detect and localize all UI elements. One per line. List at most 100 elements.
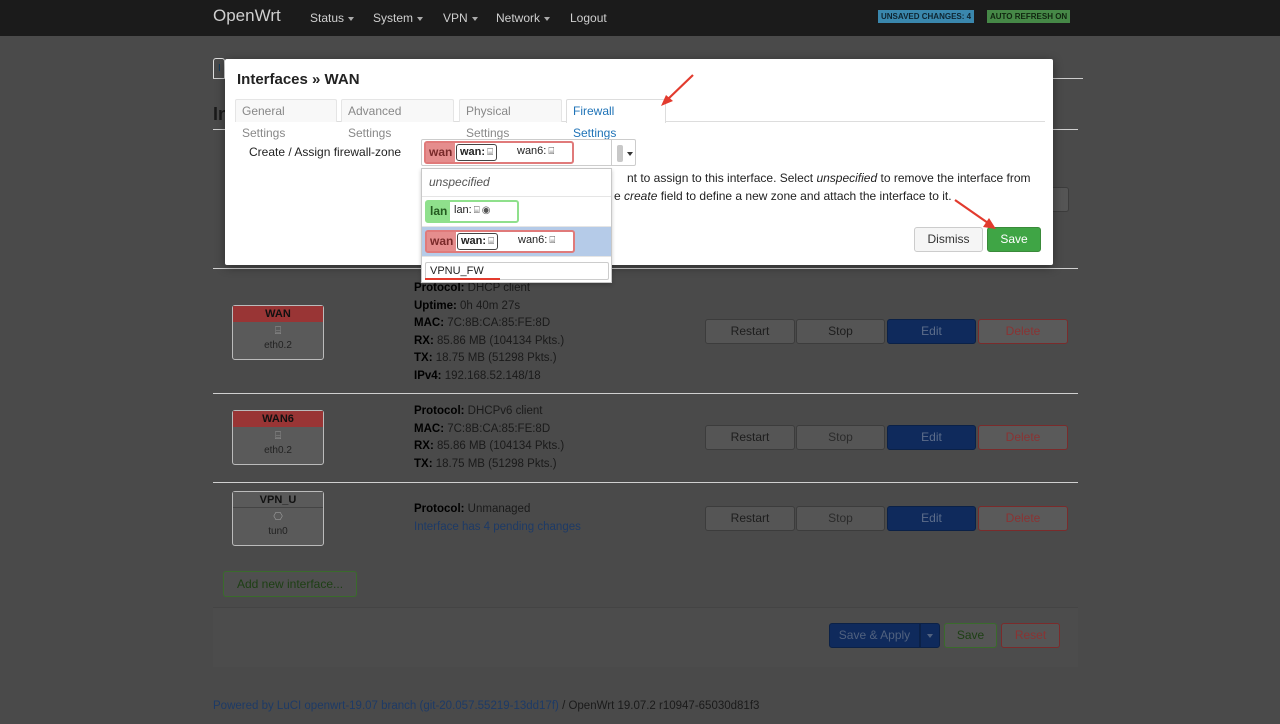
tab-firewall-settings[interactable]: Firewall Settings	[566, 99, 666, 140]
zone-name: lan	[427, 202, 451, 221]
info-value: 192.168.52.148/18	[441, 369, 541, 382]
unsaved-changes-badge[interactable]: UNSAVED CHANGES: 4	[878, 10, 975, 23]
annotation-underline	[425, 278, 500, 280]
network-chip: lan: ⌸ ◉	[451, 203, 494, 220]
divider	[213, 268, 1078, 269]
save-apply-button[interactable]: Save & Apply	[829, 623, 920, 648]
info-value: 85.86 MB (104134 Pkts.)	[433, 440, 565, 452]
tab-physical-settings[interactable]: Physical Settings	[459, 99, 562, 140]
tab-advanced-settings[interactable]: Advanced Settings	[341, 99, 454, 140]
firewall-zone-select[interactable]: wan wan: ⌸ wan6: ⌸	[421, 139, 614, 166]
chevron-down-icon	[544, 16, 551, 21]
zone-chip-lan: lan lan: ⌸ ◉	[425, 200, 519, 223]
page-tab[interactable]: I	[213, 58, 225, 78]
ethernet-icon: ⌸	[274, 430, 282, 442]
help-fragment: unspecified	[816, 171, 878, 185]
nav-system[interactable]: System	[373, 11, 424, 25]
add-interface-button[interactable]: Add new interface...	[223, 571, 357, 597]
annotation-arrow-save	[954, 199, 996, 229]
help-fragment: e	[614, 189, 625, 203]
zone-dropdown-toggle[interactable]	[611, 139, 636, 166]
delete-button[interactable]: Delete	[978, 506, 1068, 531]
restart-button[interactable]: Restart	[705, 506, 795, 531]
info-key: Protocol:	[414, 282, 465, 294]
chevron-down-icon	[627, 152, 633, 156]
stop-button[interactable]: Stop	[796, 425, 885, 450]
ethernet-icon: ⌸	[488, 236, 495, 247]
nav-network[interactable]: Network	[496, 11, 551, 25]
ethernet-icon: ⌸	[548, 146, 555, 157]
auto-refresh-badge[interactable]: AUTO REFRESH ON	[987, 10, 1071, 23]
interface-device: tun0	[268, 526, 288, 537]
info-value: 0h 40m 27s	[456, 299, 521, 312]
stop-button[interactable]: Stop	[796, 506, 885, 531]
interface-badge-vpn-u: VPN_U ⎔ tun0	[232, 491, 324, 546]
info-line: MAC: 7C:8B:CA:85:FE:8D	[414, 315, 564, 333]
stop-button[interactable]: Stop	[796, 319, 885, 344]
luci-link[interactable]: Powered by LuCI openwrt-19.07 branch (gi…	[213, 700, 559, 712]
save-apply-dropdown[interactable]	[920, 623, 940, 648]
interface-info-vpn-u: Protocol: Unmanaged Interface has 4 pend…	[414, 501, 581, 536]
info-value: 85.86 MB (104134 Pkts.)	[433, 334, 565, 347]
delete-button[interactable]: Delete	[978, 319, 1068, 344]
info-key: MAC:	[414, 422, 445, 435]
info-key: RX:	[414, 334, 434, 347]
interface-badge-wan6: WAN6 ⌸ eth0.2	[232, 410, 324, 465]
chevron-down-icon	[348, 16, 355, 21]
info-value: 18.75 MB (51298 Pkts.)	[432, 352, 557, 364]
chevron-down-icon	[471, 16, 478, 21]
zone-chip-wan: wan wan: ⌸ wan6: ⌸	[425, 230, 575, 253]
divider	[213, 393, 1078, 394]
network-name: wan:	[460, 146, 486, 158]
reset-button[interactable]: Reset	[1001, 623, 1060, 648]
info-line: MAC: 7C:8B:CA:85:FE:8D	[414, 421, 564, 439]
help-text-line-1: nt to assign to this interface. Select u…	[627, 171, 1031, 185]
wifi-icon: ◉	[481, 205, 491, 216]
interface-info-wan: Protocol: DHCP client Uptime: 0h 40m 27s…	[414, 280, 564, 385]
info-line: IPv4: 192.168.52.148/18	[414, 368, 564, 386]
tunnel-icon: ⎔	[273, 511, 283, 523]
zone-chip-wan: wan wan: ⌸ wan6: ⌸	[424, 141, 574, 164]
save-button-bottom[interactable]: Save	[944, 623, 997, 648]
network-name: wan6:	[517, 145, 547, 157]
help-text-line-2: e create field to define a new zone and …	[614, 189, 952, 203]
pending-changes-link[interactable]: Interface has 4 pending changes	[414, 519, 581, 537]
interface-name: VPN_U	[233, 492, 323, 508]
interface-name: WAN6	[233, 411, 323, 427]
info-line: RX: 85.86 MB (104134 Pkts.)	[414, 438, 564, 456]
zone-name: wan	[426, 143, 456, 162]
zone-dropdown-list: unspecified lan lan: ⌸ ◉ wan wan: ⌸ wan6: ⌸ …	[421, 168, 612, 283]
firewall-zone-label: Create / Assign firewall-zone	[249, 145, 402, 159]
nav-status[interactable]: Status	[310, 11, 355, 25]
info-line: Uptime: 0h 40m 27s	[414, 298, 564, 316]
divider	[213, 482, 1078, 483]
zone-option-lan[interactable]: lan lan: ⌸ ◉	[422, 197, 611, 227]
info-value: DHCPv6 client	[464, 405, 543, 417]
network-name: lan:	[454, 204, 472, 216]
network-chip: wan6: ⌸	[515, 233, 559, 250]
ethernet-icon: ⌸	[487, 147, 494, 158]
restart-button[interactable]: Restart	[705, 425, 795, 450]
nav-vpn-label: VPN	[443, 11, 468, 25]
brand-logo[interactable]: OpenWrt	[213, 6, 281, 26]
partial-button[interactable]	[1053, 187, 1069, 212]
tab-general-settings[interactable]: General Settings	[235, 99, 337, 140]
edit-button[interactable]: Edit	[887, 319, 976, 344]
chevron-down-icon	[417, 16, 424, 21]
help-fragment: nt to assign to this interface. Select	[627, 171, 817, 185]
info-key: Uptime:	[414, 299, 457, 312]
nav-vpn[interactable]: VPN	[443, 11, 478, 25]
zone-option-unspecified[interactable]: unspecified	[422, 169, 611, 197]
zone-option-wan[interactable]: wan wan: ⌸ wan6: ⌸	[422, 227, 611, 257]
edit-button[interactable]: Edit	[887, 506, 976, 531]
edit-button[interactable]: Edit	[887, 425, 976, 450]
help-fragment: create	[624, 189, 658, 203]
info-key: TX:	[414, 457, 433, 470]
restart-button[interactable]: Restart	[705, 319, 795, 344]
info-key: IPv4:	[414, 369, 442, 382]
delete-button[interactable]: Delete	[978, 425, 1068, 450]
nav-logout[interactable]: Logout	[570, 11, 607, 25]
footer: Powered by LuCI openwrt-19.07 branch (gi…	[213, 700, 759, 712]
ethernet-icon: ⌸	[473, 205, 480, 216]
ethernet-icon: ⌸	[274, 325, 282, 337]
